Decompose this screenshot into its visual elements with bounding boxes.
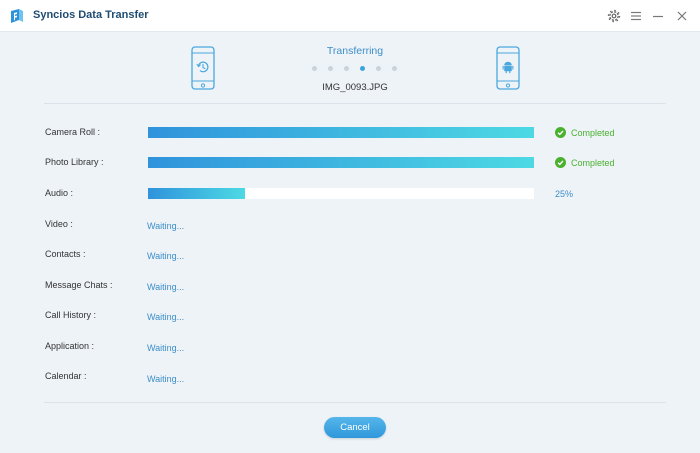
item-label-photo-library: Photo Library :	[45, 157, 104, 167]
item-label-contacts: Contacts :	[45, 249, 86, 259]
progress-dot-active	[360, 66, 365, 71]
progress-track-camera-roll	[148, 127, 534, 138]
status-contacts: Waiting...	[147, 251, 185, 261]
title-bar: Syncios Data Transfer	[0, 0, 700, 32]
header-divider	[44, 103, 666, 104]
progress-dot	[328, 66, 333, 71]
progress-track-audio	[148, 188, 534, 199]
item-label-video: Video :	[45, 219, 73, 229]
menu-icon	[631, 11, 641, 21]
status-text: Completed	[571, 127, 615, 138]
footer-divider	[44, 402, 666, 403]
settings-button[interactable]	[607, 9, 621, 23]
status-photo-library: Completed	[555, 157, 615, 168]
progress-fill-audio	[148, 188, 245, 199]
item-label-camera-roll: Camera Roll :	[45, 127, 101, 137]
minimize-icon	[653, 15, 663, 18]
status-audio-percent: 25%	[555, 189, 574, 199]
status-text: Completed	[571, 157, 615, 168]
progress-dot	[344, 66, 349, 71]
item-label-message-chats: Message Chats :	[45, 280, 113, 290]
status-video: Waiting...	[147, 221, 185, 231]
check-circle-icon	[555, 127, 566, 138]
status-camera-roll: Completed	[555, 127, 615, 138]
status-call-history: Waiting...	[147, 312, 185, 322]
progress-fill-camera-roll	[148, 127, 534, 138]
item-label-application: Application :	[45, 341, 95, 351]
progress-track-photo-library	[148, 157, 534, 168]
app-title: Syncios Data Transfer	[33, 9, 149, 21]
android-icon	[502, 61, 514, 74]
app-logo-icon	[11, 9, 23, 23]
item-label-calendar: Calendar :	[45, 371, 87, 381]
check-circle-icon	[555, 157, 566, 168]
progress-fill-photo-library	[148, 157, 534, 168]
close-icon	[677, 11, 687, 21]
status-application: Waiting...	[147, 343, 185, 353]
status-calendar: Waiting...	[147, 374, 185, 384]
status-message-chats: Waiting...	[147, 282, 185, 292]
cancel-button[interactable]: Cancel	[324, 417, 386, 438]
transfer-status-title: Transferring	[326, 45, 384, 57]
progress-dot	[312, 66, 317, 71]
close-button[interactable]	[675, 9, 689, 23]
target-phone-icon	[496, 46, 520, 90]
progress-dot	[392, 66, 397, 71]
item-label-call-history: Call History :	[45, 310, 97, 320]
minimize-button[interactable]	[651, 9, 665, 23]
progress-dot	[376, 66, 381, 71]
source-phone-icon	[191, 46, 215, 90]
item-label-audio: Audio :	[45, 188, 74, 198]
current-file-name: IMG_0093.JPG	[322, 82, 388, 93]
menu-button[interactable]	[629, 9, 643, 23]
gear-icon	[607, 9, 621, 23]
